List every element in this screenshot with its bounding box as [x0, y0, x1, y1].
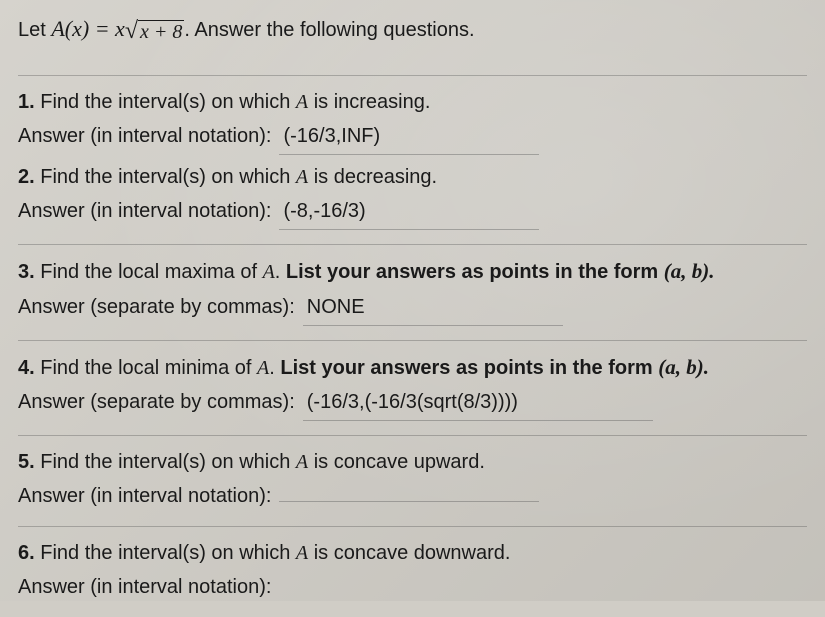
- question-6: 6. Find the interval(s) on which A is co…: [18, 537, 807, 569]
- q1-text-after: is increasing.: [308, 91, 430, 113]
- q2-var: A: [296, 166, 308, 188]
- sqrt-radicand: x + 8: [138, 20, 184, 43]
- ans5-input[interactable]: [279, 499, 539, 502]
- intro-prefix: Let: [18, 19, 51, 41]
- q4-number: 4.: [18, 357, 35, 379]
- q5-text-after: is concave upward.: [308, 451, 485, 473]
- q4-text-after: .: [269, 357, 280, 379]
- answer-row-1: Answer (in interval notation): (-16/3,IN…: [18, 120, 807, 155]
- q6-number: 6.: [18, 542, 35, 564]
- worksheet-page: Let A(x) = x√x + 8. Answer the following…: [0, 0, 825, 617]
- q4-section: 4. Find the local minima of A. List your…: [18, 351, 807, 437]
- ans1-input[interactable]: (-16/3,INF): [279, 120, 539, 155]
- q2-text-after: is decreasing.: [308, 166, 437, 188]
- answer-row-4: Answer (separate by commas): (-16/3,(-16…: [18, 386, 807, 421]
- question-5: 5. Find the interval(s) on which A is co…: [18, 446, 807, 478]
- q4-text-before: Find the local minima of: [35, 357, 257, 379]
- ans6-label: Answer (in interval notation):: [18, 571, 271, 603]
- q5-number: 5.: [18, 451, 35, 473]
- ans3-label: Answer (separate by commas):: [18, 291, 295, 323]
- q1-number: 1.: [18, 91, 35, 113]
- sqrt-expression: √x + 8: [125, 17, 185, 41]
- q4-bold: List your answers as points in the form: [280, 357, 658, 379]
- intro-section: Let A(x) = x√x + 8. Answer the following…: [18, 12, 807, 76]
- ans6-input[interactable]: [279, 591, 539, 593]
- ans1-label: Answer (in interval notation):: [18, 120, 271, 152]
- ans2-label: Answer (in interval notation):: [18, 195, 271, 227]
- question-2: 2. Find the interval(s) on which A is de…: [18, 161, 807, 193]
- answer-row-3: Answer (separate by commas): NONE: [18, 291, 807, 326]
- q5-text-before: Find the interval(s) on which: [35, 451, 296, 473]
- q3-section: 3. Find the local maxima of A. List your…: [18, 255, 807, 341]
- q6-section: 6. Find the interval(s) on which A is co…: [18, 537, 807, 617]
- answer-row-5: Answer (in interval notation):: [18, 480, 807, 512]
- ans3-input[interactable]: NONE: [303, 291, 563, 326]
- q4-var: A: [257, 357, 269, 379]
- q3-form: (a, b).: [664, 259, 715, 283]
- q1-q2-section: 1. Find the interval(s) on which A is in…: [18, 86, 807, 245]
- intro-suffix: . Answer the following questions.: [184, 19, 474, 41]
- sqrt-icon: √: [125, 19, 138, 43]
- function-lhs: A(x) = x: [51, 16, 124, 41]
- q2-number: 2.: [18, 166, 35, 188]
- q6-text-after: is concave downward.: [308, 542, 510, 564]
- q6-text-before: Find the interval(s) on which: [35, 542, 296, 564]
- q1-var: A: [296, 91, 308, 113]
- q4-form: (a, b).: [658, 355, 709, 379]
- q5-var: A: [296, 451, 308, 473]
- intro-text: Let A(x) = x√x + 8. Answer the following…: [18, 12, 807, 61]
- q2-text-before: Find the interval(s) on which: [35, 166, 296, 188]
- ans4-input[interactable]: (-16/3,(-16/3(sqrt(8/3)))): [303, 386, 653, 421]
- q3-bold: List your answers as points in the form: [286, 261, 664, 283]
- question-3: 3. Find the local maxima of A. List your…: [18, 255, 807, 289]
- q3-text-before: Find the local maxima of: [35, 261, 263, 283]
- q1-text-before: Find the interval(s) on which: [35, 91, 296, 113]
- answer-row-6: Answer (in interval notation):: [18, 571, 807, 603]
- question-4: 4. Find the local minima of A. List your…: [18, 351, 807, 385]
- q5-section: 5. Find the interval(s) on which A is co…: [18, 446, 807, 527]
- ans5-label: Answer (in interval notation):: [18, 480, 271, 512]
- q3-var: A: [263, 261, 275, 283]
- ans2-input[interactable]: (-8,-16/3): [279, 195, 539, 230]
- ans4-label: Answer (separate by commas):: [18, 386, 295, 418]
- q3-number: 3.: [18, 261, 35, 283]
- answer-row-2: Answer (in interval notation): (-8,-16/3…: [18, 195, 807, 230]
- q3-text-after: .: [275, 261, 286, 283]
- question-1: 1. Find the interval(s) on which A is in…: [18, 86, 807, 118]
- q6-var: A: [296, 542, 308, 564]
